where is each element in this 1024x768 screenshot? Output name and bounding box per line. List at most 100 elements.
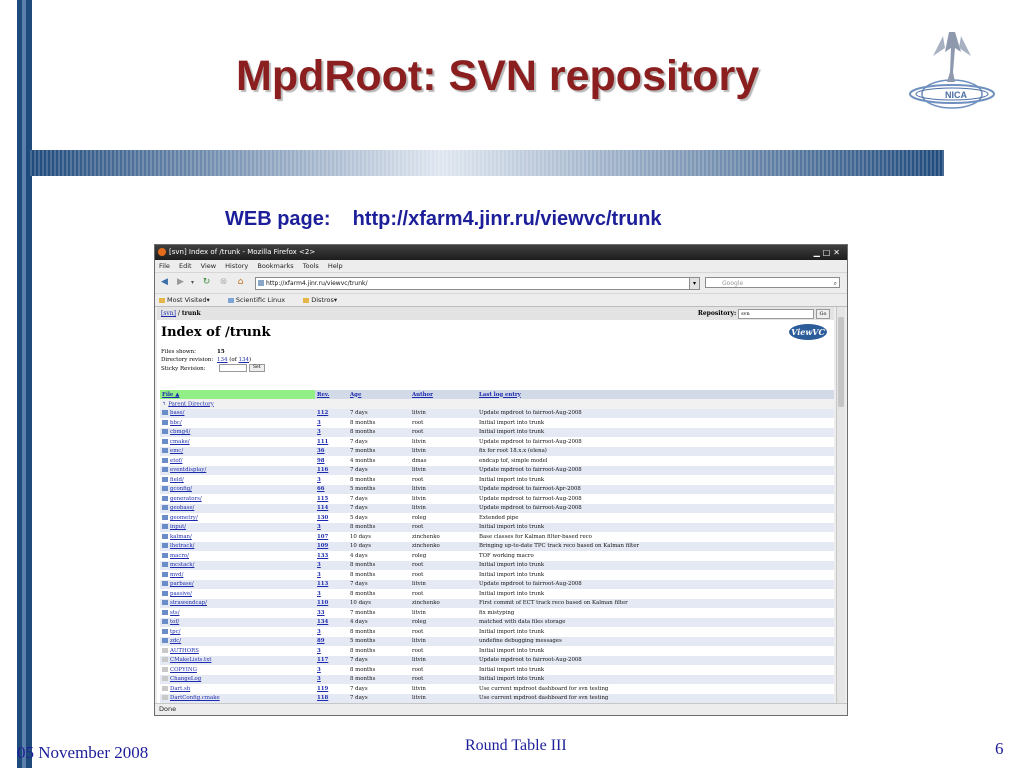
revision-link[interactable]: 3 — [317, 420, 321, 426]
window-controls[interactable]: ▁□✕ — [814, 245, 843, 260]
revision-link[interactable]: 114 — [317, 505, 328, 511]
revision-link[interactable]: 107 — [317, 534, 328, 540]
column-rev[interactable]: Rev. — [315, 390, 348, 399]
home-icon[interactable]: ⌂ — [235, 277, 246, 288]
revision-link[interactable]: 115 — [317, 496, 328, 502]
vertical-scrollbar[interactable] — [836, 307, 845, 703]
viewvc-logo-icon[interactable]: ViewVC — [788, 323, 828, 341]
revision-link[interactable]: 89 — [317, 638, 325, 644]
file-name-link[interactable]: field/ — [170, 477, 184, 483]
parent-directory-link[interactable]: Parent Directory — [168, 401, 214, 407]
file-name-link[interactable]: Dart.sh — [170, 686, 190, 692]
revision-link[interactable]: 98 — [317, 458, 325, 464]
sticky-revision-input[interactable] — [219, 364, 247, 372]
back-arrow-icon[interactable]: ◀ — [159, 277, 170, 288]
menu-file[interactable]: File — [159, 262, 170, 270]
file-name-link[interactable]: kalman/ — [170, 534, 192, 540]
breadcrumb-root-link[interactable]: [svn] — [161, 310, 176, 317]
file-name-link[interactable]: passive/ — [170, 591, 192, 597]
file-name-link[interactable]: tpc/ — [170, 629, 180, 635]
revision-link[interactable]: 116 — [317, 467, 328, 473]
revision-link[interactable]: 3 — [317, 591, 321, 597]
revision-link[interactable]: 3 — [317, 562, 321, 568]
file-name-link[interactable]: cbmg4/ — [170, 429, 190, 435]
scrollbar-thumb[interactable] — [838, 317, 844, 407]
revision-link[interactable]: 112 — [317, 410, 328, 416]
dir-revision-link[interactable]: 134 — [217, 357, 228, 363]
revision-link[interactable]: 130 — [317, 515, 328, 521]
revision-link[interactable]: 3 — [317, 572, 321, 578]
menu-bookmarks[interactable]: Bookmarks — [257, 262, 293, 270]
file-name-link[interactable]: eventdisplay/ — [170, 467, 206, 473]
file-name-link[interactable]: bbc/ — [170, 420, 182, 426]
revision-link[interactable]: 3 — [317, 676, 321, 682]
revision-link[interactable]: 109 — [317, 543, 328, 549]
file-name-link[interactable]: etof/ — [170, 458, 182, 464]
column-author[interactable]: Author — [410, 390, 477, 399]
revision-link[interactable]: 66 — [317, 486, 325, 492]
file-name-link[interactable]: emc/ — [170, 448, 183, 454]
column-file[interactable]: File ▲ — [160, 390, 315, 399]
revision-link[interactable]: 3 — [317, 429, 321, 435]
file-name-link[interactable]: geobase/ — [170, 505, 194, 511]
file-name-link[interactable]: ChangeLog — [170, 676, 201, 682]
revision-link[interactable]: 117 — [317, 657, 328, 663]
menu-help[interactable]: Help — [328, 262, 343, 270]
file-name-link[interactable]: base/ — [170, 410, 184, 416]
file-name-link[interactable]: sts/ — [170, 610, 180, 616]
revision-link[interactable]: 3 — [317, 629, 321, 635]
file-name-link[interactable]: cmake/ — [170, 439, 190, 445]
file-name-link[interactable]: zdc/ — [170, 638, 181, 644]
menu-tools[interactable]: Tools — [303, 262, 319, 270]
file-name-link[interactable]: tof/ — [170, 619, 179, 625]
column-age[interactable]: Age — [348, 390, 410, 399]
forward-arrow-icon[interactable]: ▶ — [175, 277, 186, 288]
revision-link[interactable]: 113 — [317, 581, 328, 587]
file-name-link[interactable]: mvd/ — [170, 572, 183, 578]
bookmark-most-visited[interactable]: Most Visited▾ — [159, 296, 218, 304]
menu-view[interactable]: View — [201, 262, 216, 270]
file-name-link[interactable]: mcstack/ — [170, 562, 194, 568]
history-dropdown-icon[interactable]: ▾ — [187, 277, 198, 288]
file-name-link[interactable]: strawendcap/ — [170, 600, 207, 606]
revision-link[interactable]: 3 — [317, 477, 321, 483]
file-name-link[interactable]: AUTHORS — [170, 648, 199, 654]
file-name-link[interactable]: macro/ — [170, 553, 189, 559]
file-name-link[interactable]: lhetrack/ — [170, 543, 194, 549]
search-input[interactable]: Google ⌕ — [705, 277, 840, 288]
menu-history[interactable]: History — [225, 262, 248, 270]
revision-link[interactable]: 3 — [317, 648, 321, 654]
revision-link[interactable]: 119 — [317, 686, 328, 692]
file-name-link[interactable]: parbase/ — [170, 581, 194, 587]
parent-directory-row[interactable]: ↰ Parent Directory — [160, 399, 834, 409]
file-name-link[interactable]: COPYING — [170, 667, 197, 673]
file-name-link[interactable]: generators/ — [170, 496, 202, 502]
menu-edit[interactable]: Edit — [179, 262, 192, 270]
revision-link[interactable]: 134 — [317, 619, 328, 625]
revision-link[interactable]: 111 — [317, 439, 328, 445]
column-log[interactable]: Last log entry — [477, 390, 834, 399]
stop-icon[interactable]: ⊗ — [218, 277, 229, 288]
file-name-link[interactable]: gconfig/ — [170, 486, 192, 492]
revision-link[interactable]: 33 — [317, 610, 325, 616]
revision-link[interactable]: 36 — [317, 448, 325, 454]
revision-link[interactable]: 3 — [317, 524, 321, 530]
dir-revision-total-link[interactable]: 134 — [239, 357, 250, 363]
revision-link[interactable]: 110 — [317, 600, 328, 606]
url-dropdown-icon[interactable]: ▾ — [689, 277, 700, 290]
file-name-link[interactable]: CMakeLists.txt — [170, 657, 211, 663]
search-icon[interactable]: ⌕ — [834, 278, 837, 289]
file-name-link[interactable]: geometry/ — [170, 515, 198, 521]
url-input[interactable]: http://xfarm4.jinr.ru/viewvc/trunk/ — [255, 277, 699, 290]
repository-select[interactable]: svn — [738, 308, 815, 319]
set-button[interactable]: Set — [248, 364, 265, 372]
revision-link[interactable]: 118 — [317, 695, 328, 701]
revision-link[interactable]: 3 — [317, 667, 321, 673]
web-page-url[interactable]: http://xfarm4.jinr.ru/viewvc/trunk — [353, 208, 662, 230]
bookmark-distros[interactable]: Distros▾ — [303, 296, 345, 304]
go-button[interactable]: Go — [816, 308, 830, 319]
file-name-link[interactable]: DartConfig.cmake — [170, 695, 220, 701]
reload-icon[interactable]: ↻ — [201, 277, 212, 288]
revision-link[interactable]: 133 — [317, 553, 328, 559]
file-name-link[interactable]: input/ — [170, 524, 186, 530]
